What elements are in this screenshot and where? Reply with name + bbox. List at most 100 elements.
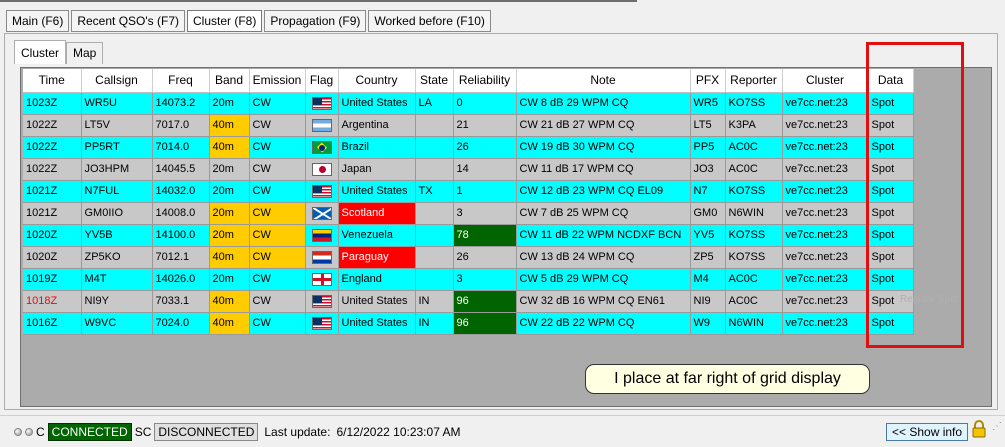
table-row[interactable]: 1016Z W9VC 7024.0 40m CW United States IN 96 CW … [23,312,914,335]
cell-country: United States [338,290,416,313]
table-row[interactable]: 1020Z ZP5KO 7012.1 40m CW Paraguay 26 CW 13 dB … [23,246,914,269]
cell-pfx: NI9 [690,290,726,313]
connected-badge[interactable]: CONNECTED [47,423,132,441]
cell-pfx: JO3 [690,158,726,181]
cell-pfx: WR5 [690,92,726,115]
tab-recent-qsos[interactable]: Recent QSO's (F7) [71,10,185,32]
table-row[interactable]: 1021Z GM0IIO 14008.0 20m CW Scotland 3 CW 7 dB … [23,202,914,225]
cell-time: 1019Z [23,268,82,291]
table-row[interactable]: 1021Z N7FUL 14032.0 20m CW United States TX 1 CW… [23,180,914,203]
table-row[interactable]: 1019Z M4T 14026.0 20m CW England 3 CW 5 dB 29 W… [23,268,914,291]
table-row[interactable]: 1020Z YV5B 14100.0 20m CW Venezuela 78 CW 11 dB… [23,224,914,247]
cell-flag [305,268,339,291]
column-header-time[interactable]: Time [23,69,82,93]
column-header-emission[interactable]: Emission [249,69,306,93]
table-row[interactable]: 1022Z PP5RT 7014.0 40m CW Brazil 26 CW 19 dB 30… [23,136,914,159]
cell-freq: 14045.5 [152,158,210,181]
column-header-note[interactable]: Note [516,69,691,93]
column-header-country[interactable]: Country [338,69,416,93]
cell-state [415,246,454,269]
cell-flag [305,180,339,203]
column-header-freq[interactable]: Freq [152,69,210,93]
tab-propagation[interactable]: Propagation (F9) [264,10,367,32]
cell-freq: 7012.1 [152,246,210,269]
brazil-flag-icon [311,140,332,154]
cell-pfx: N7 [690,180,726,203]
column-header-state[interactable]: State [415,69,454,93]
cell-note: CW 21 dB 27 WPM CQ [516,114,691,137]
column-header-pfx[interactable]: PFX [690,69,726,93]
japan-flag-icon [311,162,332,176]
top-divider [0,0,637,2]
cell-time: 1022Z [23,114,82,137]
tab-cluster[interactable]: Cluster (F8) [187,10,263,32]
tab-main[interactable]: Main (F6) [6,10,70,32]
cell-cluster: ve7cc.net:23 [782,136,869,159]
sub-tab-bar: Cluster Map [14,40,104,64]
cell-state: TX [415,180,454,203]
last-update-value: 6/12/2022 10:23:07 AM [336,425,461,439]
status-dot-icon [25,428,33,436]
column-header-callsign[interactable]: Callsign [81,69,153,93]
column-header-reporter[interactable]: Reporter [725,69,783,93]
cell-country: United States [338,92,416,115]
cell-reporter: KO7SS [725,224,783,247]
cell-reporter: AC0C [725,158,783,181]
cell-reliability: 26 [453,136,517,159]
tab-worked-before[interactable]: Worked before (F10) [368,10,491,32]
cell-reporter: KO7SS [725,180,783,203]
column-header-flag[interactable]: Flag [305,69,339,93]
column-header-reliability[interactable]: Reliability [453,69,517,93]
cell-data: Spot [868,202,914,225]
resize-grip-icon[interactable]: ⋰ [992,421,1002,432]
disconnected-badge[interactable]: DISCONNECTED [154,423,259,441]
column-header-cluster[interactable]: Cluster [782,69,869,93]
spot-table: Time Callsign Freq Band Emission Flag Country S… [23,69,914,335]
cell-flag [305,202,339,225]
cell-flag [305,92,339,115]
cell-note: CW 13 dB 24 WPM CQ [516,246,691,269]
cell-emission: CW [249,158,306,181]
cell-cluster: ve7cc.net:23 [782,180,869,203]
cell-callsign: WR5U [81,92,153,115]
column-header-band[interactable]: Band [209,69,250,93]
grid-header-row: Time Callsign Freq Band Emission Flag Country S… [23,69,914,93]
cell-freq: 7033.1 [152,290,210,313]
cell-emission: CW [249,136,306,159]
cell-time: 1018Z [23,290,82,313]
cell-reporter: N6WIN [725,312,783,335]
us-flag-icon [311,184,332,198]
cell-time: 1022Z [23,158,82,181]
cell-data: Spot [868,114,914,137]
cell-emission: CW [249,202,306,225]
show-info-button[interactable]: << Show info [886,423,969,441]
cell-emission: CW [249,180,306,203]
cell-pfx: M4 [690,268,726,291]
cell-data: Spot [868,268,914,291]
subtab-cluster[interactable]: Cluster [14,40,67,64]
cell-state [415,158,454,181]
cell-state: IN [415,290,454,313]
cluster-grid: Time Callsign Freq Band Emission Flag Country S… [20,67,992,407]
column-header-data[interactable]: Data [868,69,914,93]
cell-emission: CW [249,268,306,291]
cell-time: 1022Z [23,136,82,159]
cell-data: Spot [868,158,914,181]
cell-cluster: ve7cc.net:23 [782,92,869,115]
cell-note: CW 11 dB 22 WPM NCDXF BCN [516,224,691,247]
cell-reporter: K3PA [725,114,783,137]
cell-data: Spot [868,224,914,247]
cell-reporter: KO7SS [725,92,783,115]
cell-state: LA [415,92,454,115]
table-row[interactable]: 1022Z LT5V 7017.0 40m CW Argentina 21 CW 21 dB … [23,114,914,137]
cell-state [415,114,454,137]
table-row[interactable]: 1022Z JO3HPM 14045.5 20m CW Japan 14 CW 11 dB 1… [23,158,914,181]
subtab-map[interactable]: Map [66,42,104,64]
cell-callsign: JO3HPM [81,158,153,181]
table-row[interactable]: 1018Z NI9Y 7033.1 40m CW United States IN 96 CW … [23,290,914,313]
cell-emission: CW [249,290,306,313]
lock-icon[interactable] [971,420,987,438]
table-row[interactable]: 1023Z WR5U 14073.2 20m CW United States LA 0 CW … [23,92,914,115]
cell-cluster: ve7cc.net:23 [782,268,869,291]
cell-reliability: 1 [453,180,517,203]
